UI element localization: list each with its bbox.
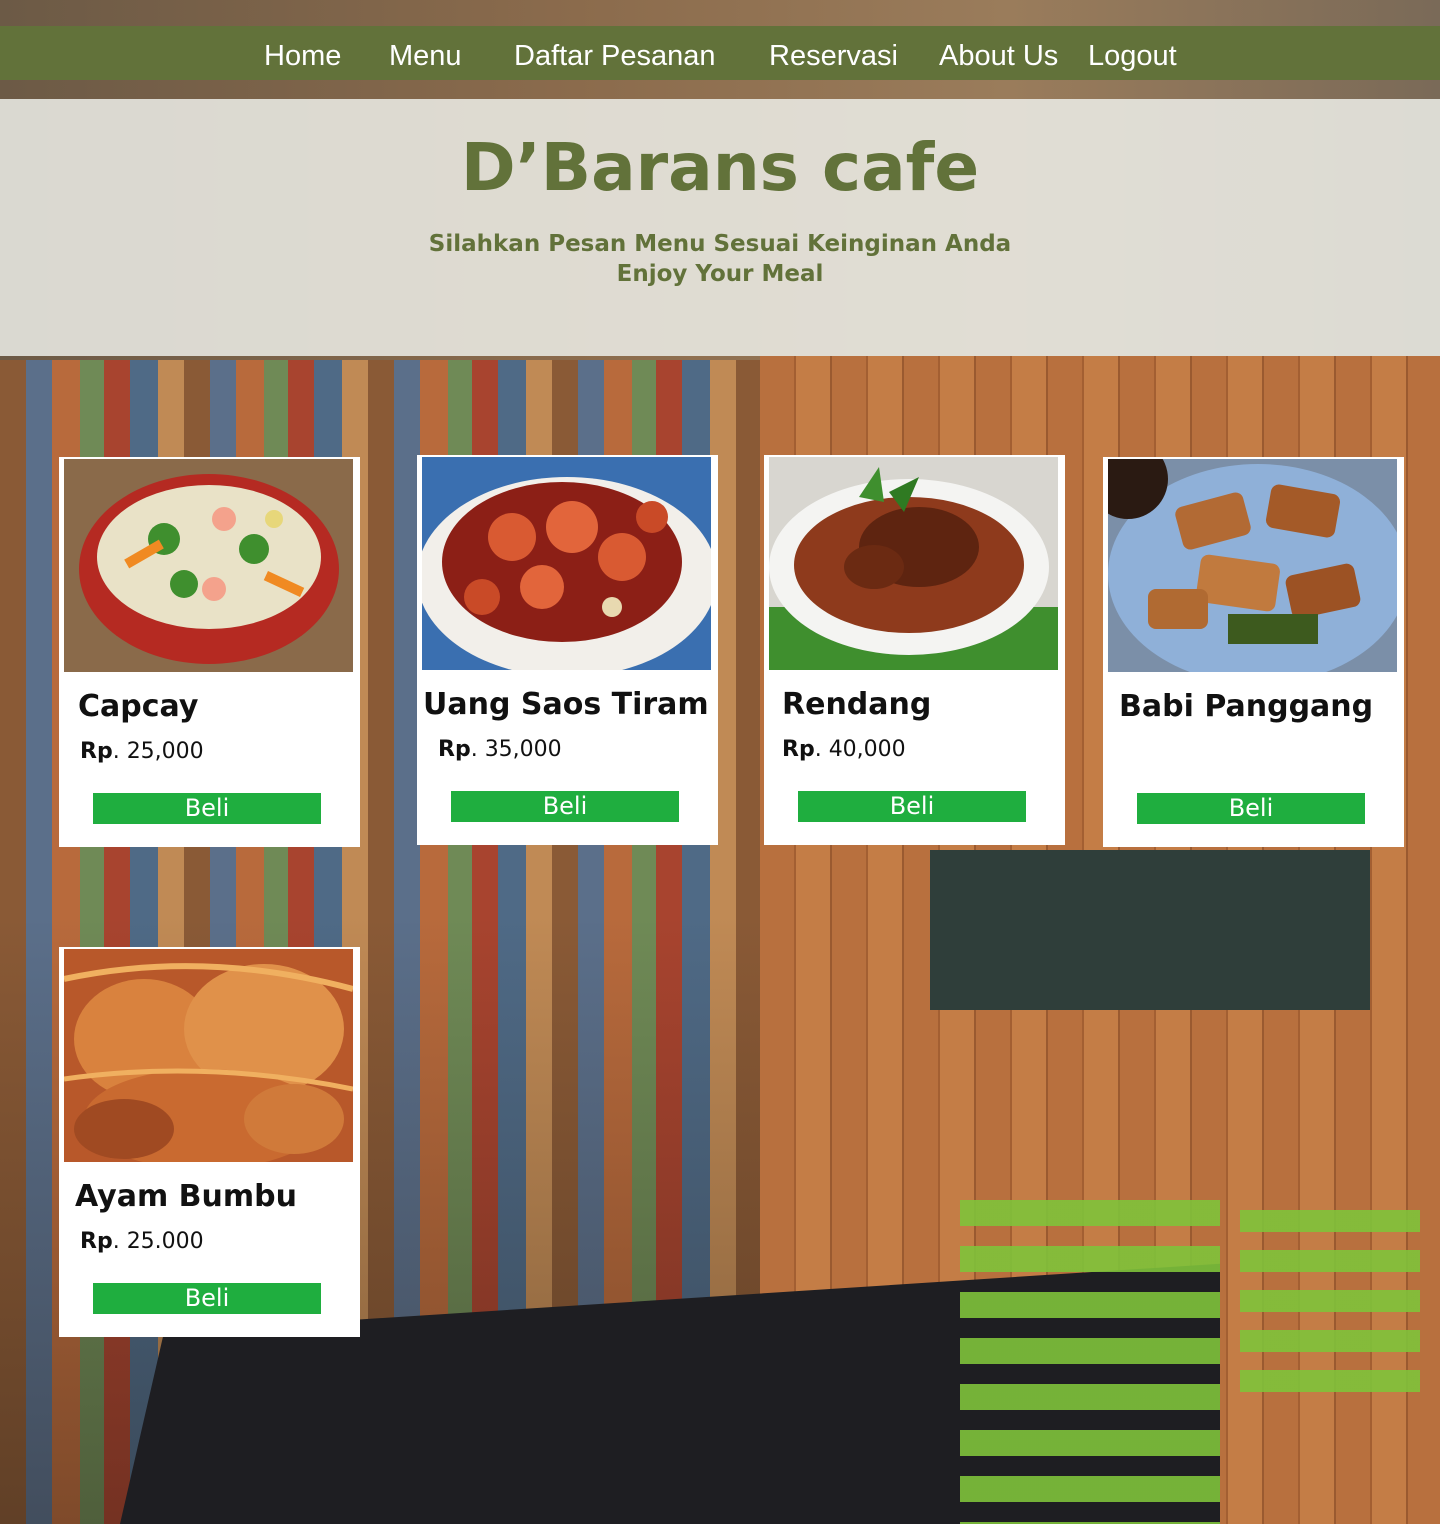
menu-card: Uang Saos Tiram Rp. 35,000 Beli [417, 455, 718, 845]
background-chair [1240, 1210, 1420, 1410]
menu-card: Rendang Rp. 40,000 Beli [764, 455, 1065, 845]
nav-logout-link[interactable]: Logout [1088, 40, 1177, 73]
menu-item-name: Capcay [78, 689, 199, 724]
uang-saos-tiram-image [422, 457, 711, 670]
buy-button[interactable]: Beli [93, 1283, 321, 1314]
buy-button[interactable]: Beli [451, 791, 679, 822]
background-window [930, 850, 1370, 1010]
ayam-bumbu-image [64, 949, 353, 1162]
menu-card: Ayam Bumbu Rp. 25.000 Beli [59, 947, 360, 1337]
menu-item-name: Babi Panggang [1119, 689, 1374, 724]
navbar: Home Menu Daftar Pesanan Reservasi About… [0, 26, 1440, 80]
hero-banner: D’Barans cafe Silahkan Pesan Menu Sesuai… [0, 99, 1440, 356]
nav-about-us-link[interactable]: About Us [939, 40, 1058, 73]
menu-item-price: Rp. 25.000 [80, 1229, 204, 1254]
buy-button[interactable]: Beli [93, 793, 321, 824]
hero-tagline: Enjoy Your Meal [616, 261, 824, 287]
nav-menu-link[interactable]: Menu [389, 40, 462, 73]
menu-item-price: Rp. 25,000 [80, 739, 204, 764]
buy-button[interactable]: Beli [798, 791, 1026, 822]
menu-item-price: Rp. 40,000 [782, 737, 906, 762]
menu-item-name: Rendang [782, 687, 932, 722]
menu-item-name: Ayam Bumbu [75, 1179, 297, 1214]
rendang-image [769, 457, 1058, 670]
page-title: D’Barans cafe [460, 129, 980, 206]
capcay-image [64, 459, 353, 672]
nav-reservasi-link[interactable]: Reservasi [769, 40, 898, 73]
menu-card: Babi Panggang Beli [1103, 457, 1404, 847]
menu-item-name: Uang Saos Tiram [423, 687, 709, 722]
nav-home-link[interactable]: Home [264, 40, 341, 73]
hero-subtitle: Silahkan Pesan Menu Sesuai Keinginan And… [428, 231, 1012, 257]
menu-card: Capcay Rp. 25,000 Beli [59, 457, 360, 847]
buy-button[interactable]: Beli [1137, 793, 1365, 824]
background-chair [960, 1200, 1220, 1524]
menu-item-price: Rp. 35,000 [438, 737, 562, 762]
nav-daftar-pesanan-link[interactable]: Daftar Pesanan [514, 40, 716, 73]
babi-panggang-image [1108, 459, 1397, 672]
